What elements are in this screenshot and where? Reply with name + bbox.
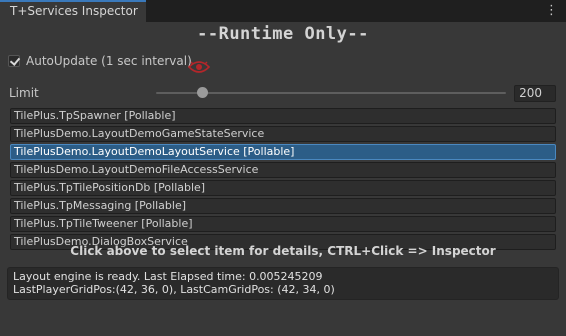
service-list-item[interactable]: TilePlusDemo.LayoutDemoLayoutService [Po… — [10, 144, 556, 160]
tab-services-inspector[interactable]: T+Services Inspector — [0, 0, 146, 22]
service-list-item[interactable]: TilePlus.TpTileTweener [Pollable] — [10, 216, 556, 232]
selection-hint: Click above to select item for details, … — [70, 244, 496, 258]
service-list-item[interactable]: TilePlus.TpSpawner [Pollable] — [10, 108, 556, 124]
service-list: TilePlus.TpSpawner [Pollable] TilePlusDem… — [10, 108, 556, 252]
tab-bar: T+Services Inspector ⋮ — [0, 0, 566, 22]
kebab-menu-icon[interactable]: ⋮ — [545, 3, 558, 19]
autoupdate-label: AutoUpdate (1 sec interval) — [26, 54, 192, 68]
limit-slider-track[interactable] — [156, 92, 506, 94]
details-line: Layout engine is ready. Last Elapsed tim… — [13, 270, 323, 283]
limit-slider-thumb[interactable] — [196, 87, 208, 98]
service-list-item[interactable]: TilePlusDemo.LayoutDemoGameStateService — [10, 126, 556, 142]
details-panel: Layout engine is ready. Last Elapsed tim… — [7, 267, 559, 300]
details-line: LastPlayerGridPos:(42, 36, 0), LastCamGr… — [13, 283, 335, 296]
services-inspector-window: T+Services Inspector ⋮ --Runtime Only-- … — [0, 0, 566, 336]
service-list-item[interactable]: TilePlusDemo.LayoutDemoFileAccessService — [10, 162, 556, 178]
autoupdate-toggle[interactable]: AutoUpdate (1 sec interval) — [8, 53, 192, 69]
limit-slider[interactable] — [156, 85, 506, 101]
autoupdate-checkbox[interactable] — [8, 55, 20, 67]
service-list-item[interactable]: TilePlus.TpMessaging [Pollable] — [10, 198, 556, 214]
page-title: --Runtime Only-- — [197, 24, 369, 44]
eye-icon — [188, 61, 210, 73]
limit-label: Limit — [9, 86, 39, 100]
service-list-item[interactable]: TilePlus.TpTilePositionDb [Pollable] — [10, 180, 556, 196]
limit-value-field[interactable]: 200 — [514, 85, 556, 102]
